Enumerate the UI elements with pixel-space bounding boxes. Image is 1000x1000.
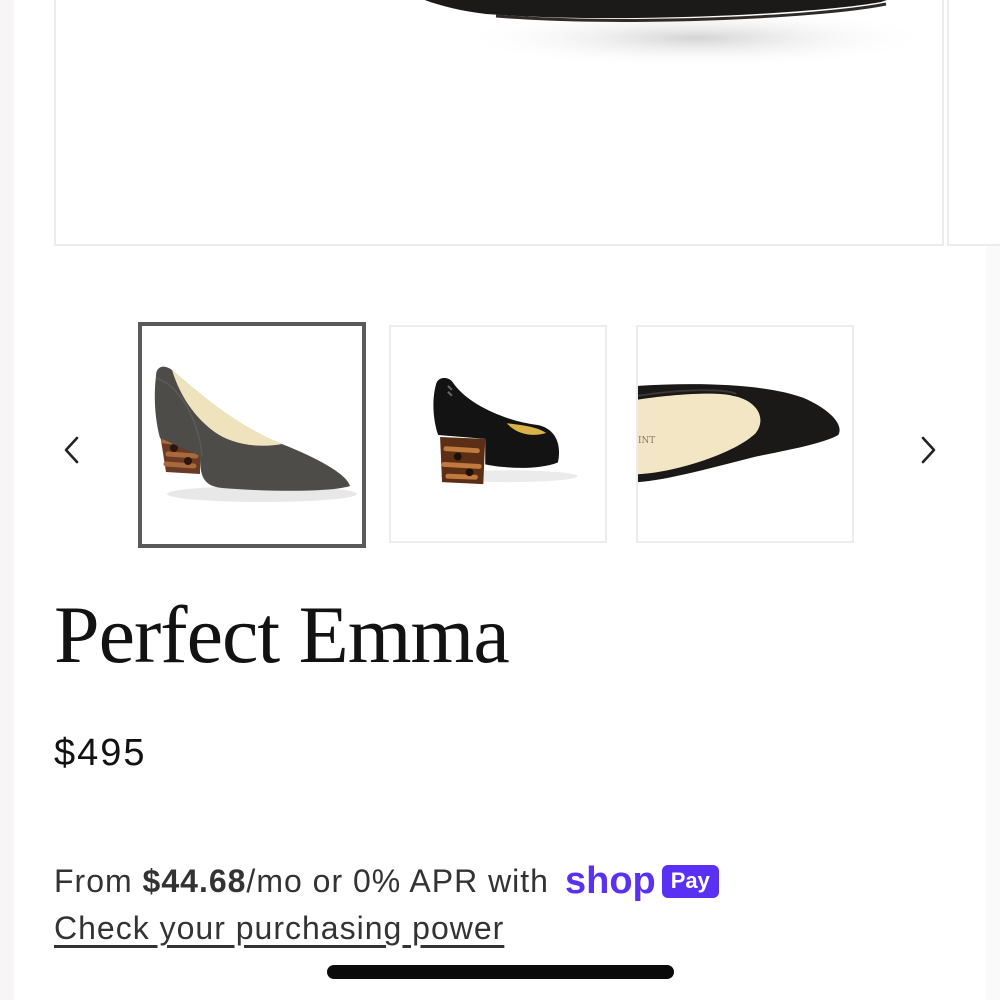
check-purchasing-power-link[interactable]: Check your purchasing power <box>54 910 504 947</box>
shop-pay-wordmark: shop <box>564 860 656 902</box>
installments-message: From $44.68/mo or 0% APR with shop Pay <box>54 860 719 903</box>
product-price: $495 <box>54 732 147 774</box>
home-indicator[interactable] <box>327 965 674 979</box>
shoe-side-image <box>154 366 357 502</box>
page-left-edge <box>0 0 14 1000</box>
gallery-prev-button[interactable] <box>42 420 102 480</box>
main-shoe-image <box>424 0 936 68</box>
main-product-image[interactable] <box>54 0 944 246</box>
gallery-next-button[interactable] <box>898 420 958 480</box>
installments-amount: $44.68 <box>142 863 247 899</box>
installments-prefix: From <box>54 863 143 899</box>
chevron-right-icon <box>921 436 936 464</box>
shoe-back-image <box>433 378 578 485</box>
thumbnail-side-view[interactable] <box>138 322 366 548</box>
installments-suffix: /mo or 0% APR with <box>246 863 549 899</box>
thumbnail-insole-view[interactable]: INT <box>636 325 854 543</box>
shop-pay-logo: shop Pay <box>565 860 719 903</box>
next-slide-preview <box>947 0 1000 246</box>
product-title: Perfect Emma <box>54 589 510 680</box>
shoe-insole-image: INT <box>638 384 840 483</box>
product-page: INT Perfect Emma $495 From $44.68/mo or … <box>0 0 1000 1000</box>
thumbnail-back-view[interactable] <box>389 325 607 543</box>
shop-pay-badge: Pay <box>661 865 719 898</box>
insole-brand-text: INT <box>638 436 655 446</box>
chevron-left-icon <box>64 436 79 464</box>
